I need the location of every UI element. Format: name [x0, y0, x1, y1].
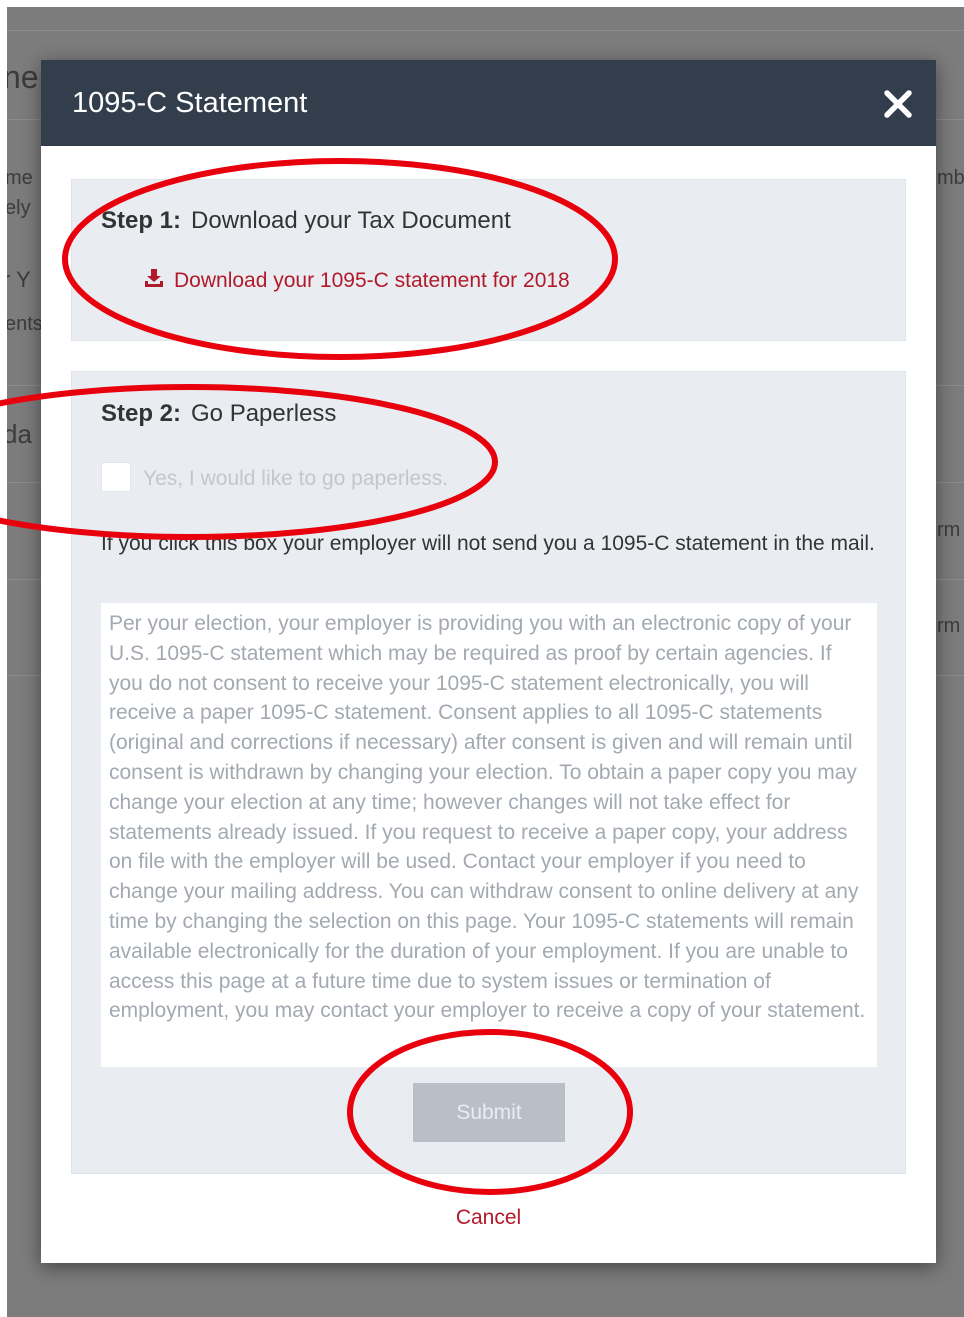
- cancel-link[interactable]: Cancel: [41, 1206, 936, 1230]
- bg-text-fragment: me: [7, 167, 33, 189]
- bg-text-fragment: mb: [937, 167, 964, 189]
- modal-title: 1095-C Statement: [72, 87, 308, 119]
- bg-text-fragment: ents: [7, 313, 43, 335]
- close-icon: [884, 90, 912, 118]
- modal-header: 1095-C Statement: [41, 60, 936, 146]
- bg-divider: [7, 30, 964, 31]
- consent-text-box: Per your election, your employer is prov…: [101, 603, 877, 1067]
- bg-text-fragment: ely: [7, 197, 31, 219]
- bg-text-fragment: da: [7, 419, 32, 449]
- step1-panel: Step 1: Download your Tax Document Downlo…: [71, 179, 906, 341]
- step1-label: Step 1:: [101, 207, 182, 234]
- bg-text-fragment: r Y: [7, 267, 31, 292]
- step2-heading: Step 2: Go Paperless: [101, 400, 336, 428]
- download-icon: [145, 269, 163, 287]
- paperless-checkbox-label[interactable]: Yes, I would like to go paperless.: [143, 467, 448, 491]
- statement-modal: 1095-C Statement Step 1: Download your Ta…: [41, 60, 936, 1263]
- download-statement-link[interactable]: Download your 1095-C statement for 2018: [144, 268, 570, 293]
- step1-heading: Step 1: Download your Tax Document: [101, 207, 511, 235]
- step1-title: Download your Tax Document: [191, 207, 511, 234]
- submit-button[interactable]: Submit: [413, 1083, 565, 1142]
- step2-label: Step 2:: [101, 400, 182, 427]
- bg-heading-fragment: ne: [7, 59, 39, 95]
- close-button[interactable]: [882, 88, 914, 120]
- download-link-text: Download your 1095-C statement for 2018: [174, 269, 570, 292]
- step2-panel: Step 2: Go Paperless Yes, I would like to…: [71, 371, 906, 1174]
- bg-text-fragment: rm: [937, 519, 961, 541]
- paperless-checkbox[interactable]: [101, 462, 131, 492]
- paperless-note: If you click this box your employer will…: [101, 532, 875, 555]
- step2-title: Go Paperless: [191, 400, 337, 427]
- bg-text-fragment: rm: [937, 615, 961, 637]
